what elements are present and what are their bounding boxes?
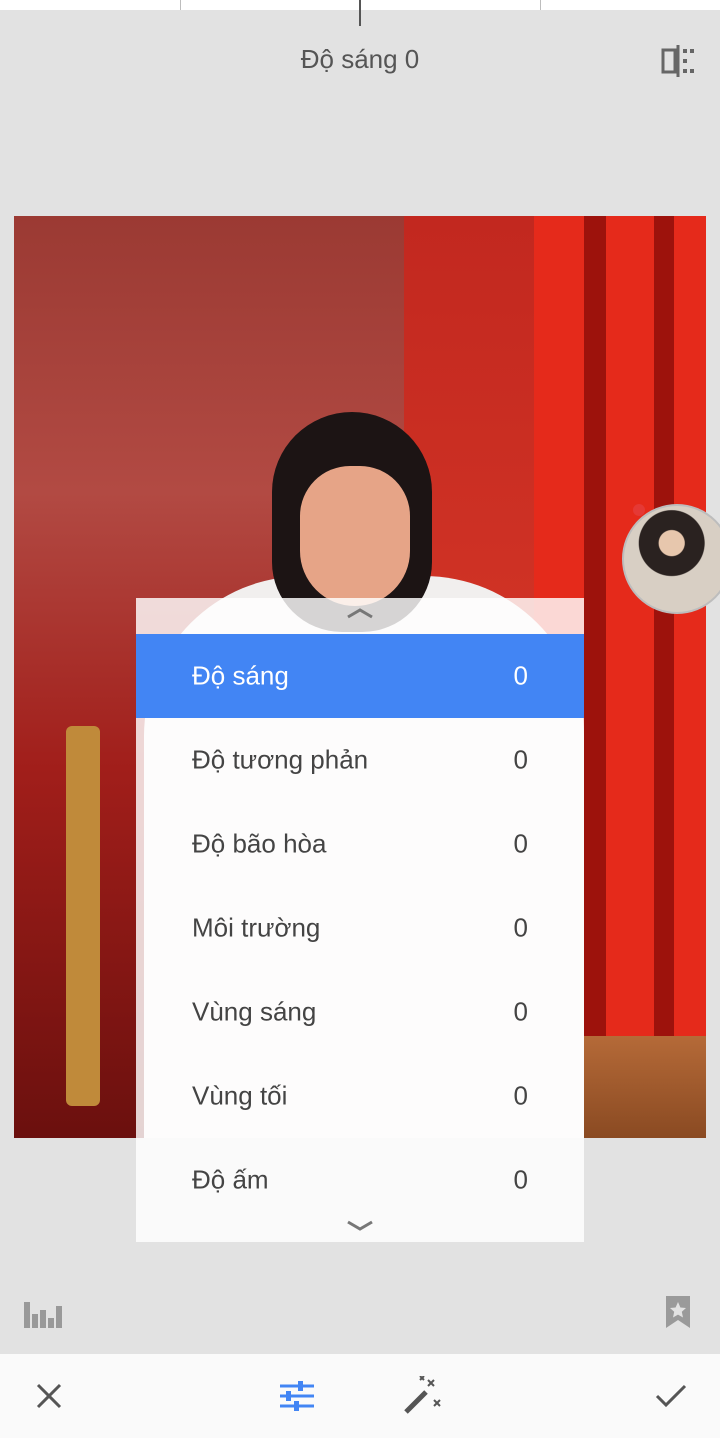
photo-chair [66, 726, 100, 1106]
menu-item-value: 0 [513, 744, 528, 775]
chevron-down-icon [347, 1220, 373, 1231]
tune-sliders-icon [280, 1381, 314, 1411]
ruler-center-indicator [359, 0, 361, 26]
photo-stripe [674, 216, 706, 1138]
menu-item-contrast[interactable]: Độ tương phản 0 [136, 718, 584, 802]
menu-item-shadows[interactable]: Vùng tối 0 [136, 1054, 584, 1138]
menu-item-value: 0 [513, 912, 528, 943]
magic-wand-icon [404, 1376, 441, 1414]
menu-item-label: Vùng tối [192, 1080, 288, 1111]
menu-item-brightness[interactable]: Độ sáng 0 [136, 634, 584, 718]
bookmark-star-icon [666, 1296, 690, 1328]
apply-button[interactable] [629, 1354, 713, 1438]
photo-stripe [654, 216, 674, 1138]
menu-item-label: Độ tương phản [192, 744, 369, 775]
menu-item-highlights[interactable]: Vùng sáng 0 [136, 970, 584, 1054]
compare-icon [661, 45, 694, 77]
histogram-icon [24, 1302, 62, 1328]
bottom-toolbar [0, 1354, 720, 1438]
menu-item-label: Môi trường [192, 912, 321, 943]
menu-item-value: 0 [513, 828, 528, 859]
scroll-up-button[interactable] [136, 598, 584, 634]
adjustment-menu: Độ sáng 0 Độ tương phản 0 Độ bão hòa 0 M… [136, 598, 584, 1242]
menu-item-saturation[interactable]: Độ bão hòa 0 [136, 802, 584, 886]
menu-item-ambiance[interactable]: Môi trường 0 [136, 886, 584, 970]
histogram-button[interactable] [24, 1298, 62, 1328]
adjust-tool-button[interactable] [255, 1354, 339, 1438]
menu-item-value: 0 [513, 1080, 528, 1111]
ruler-tick [540, 0, 541, 10]
menu-item-label: Độ ấm [192, 1164, 269, 1195]
ruler-tick [180, 0, 181, 10]
styles-button[interactable] [664, 1296, 692, 1328]
photo-stripe [606, 216, 654, 1138]
notification-dot [633, 504, 645, 516]
photo-subject-face [300, 466, 410, 606]
auto-adjust-button[interactable] [380, 1354, 464, 1438]
menu-item-value: 0 [513, 1164, 528, 1195]
parameter-slider-ruler[interactable] [0, 0, 720, 26]
photo-stripe [584, 216, 606, 1138]
menu-item-value: 0 [513, 996, 528, 1027]
menu-item-label: Vùng sáng [192, 996, 317, 1027]
check-icon [655, 1384, 687, 1408]
chevron-up-icon [347, 608, 373, 619]
close-icon [36, 1383, 62, 1409]
cancel-button[interactable] [7, 1354, 91, 1438]
page-title: Độ sáng 0 [300, 44, 420, 74]
compare-button[interactable] [660, 44, 696, 78]
menu-item-label: Độ sáng [192, 660, 289, 691]
menu-item-value: 0 [513, 660, 528, 691]
menu-item-label: Độ bão hòa [192, 828, 327, 859]
scroll-down-button[interactable] [136, 1206, 584, 1242]
